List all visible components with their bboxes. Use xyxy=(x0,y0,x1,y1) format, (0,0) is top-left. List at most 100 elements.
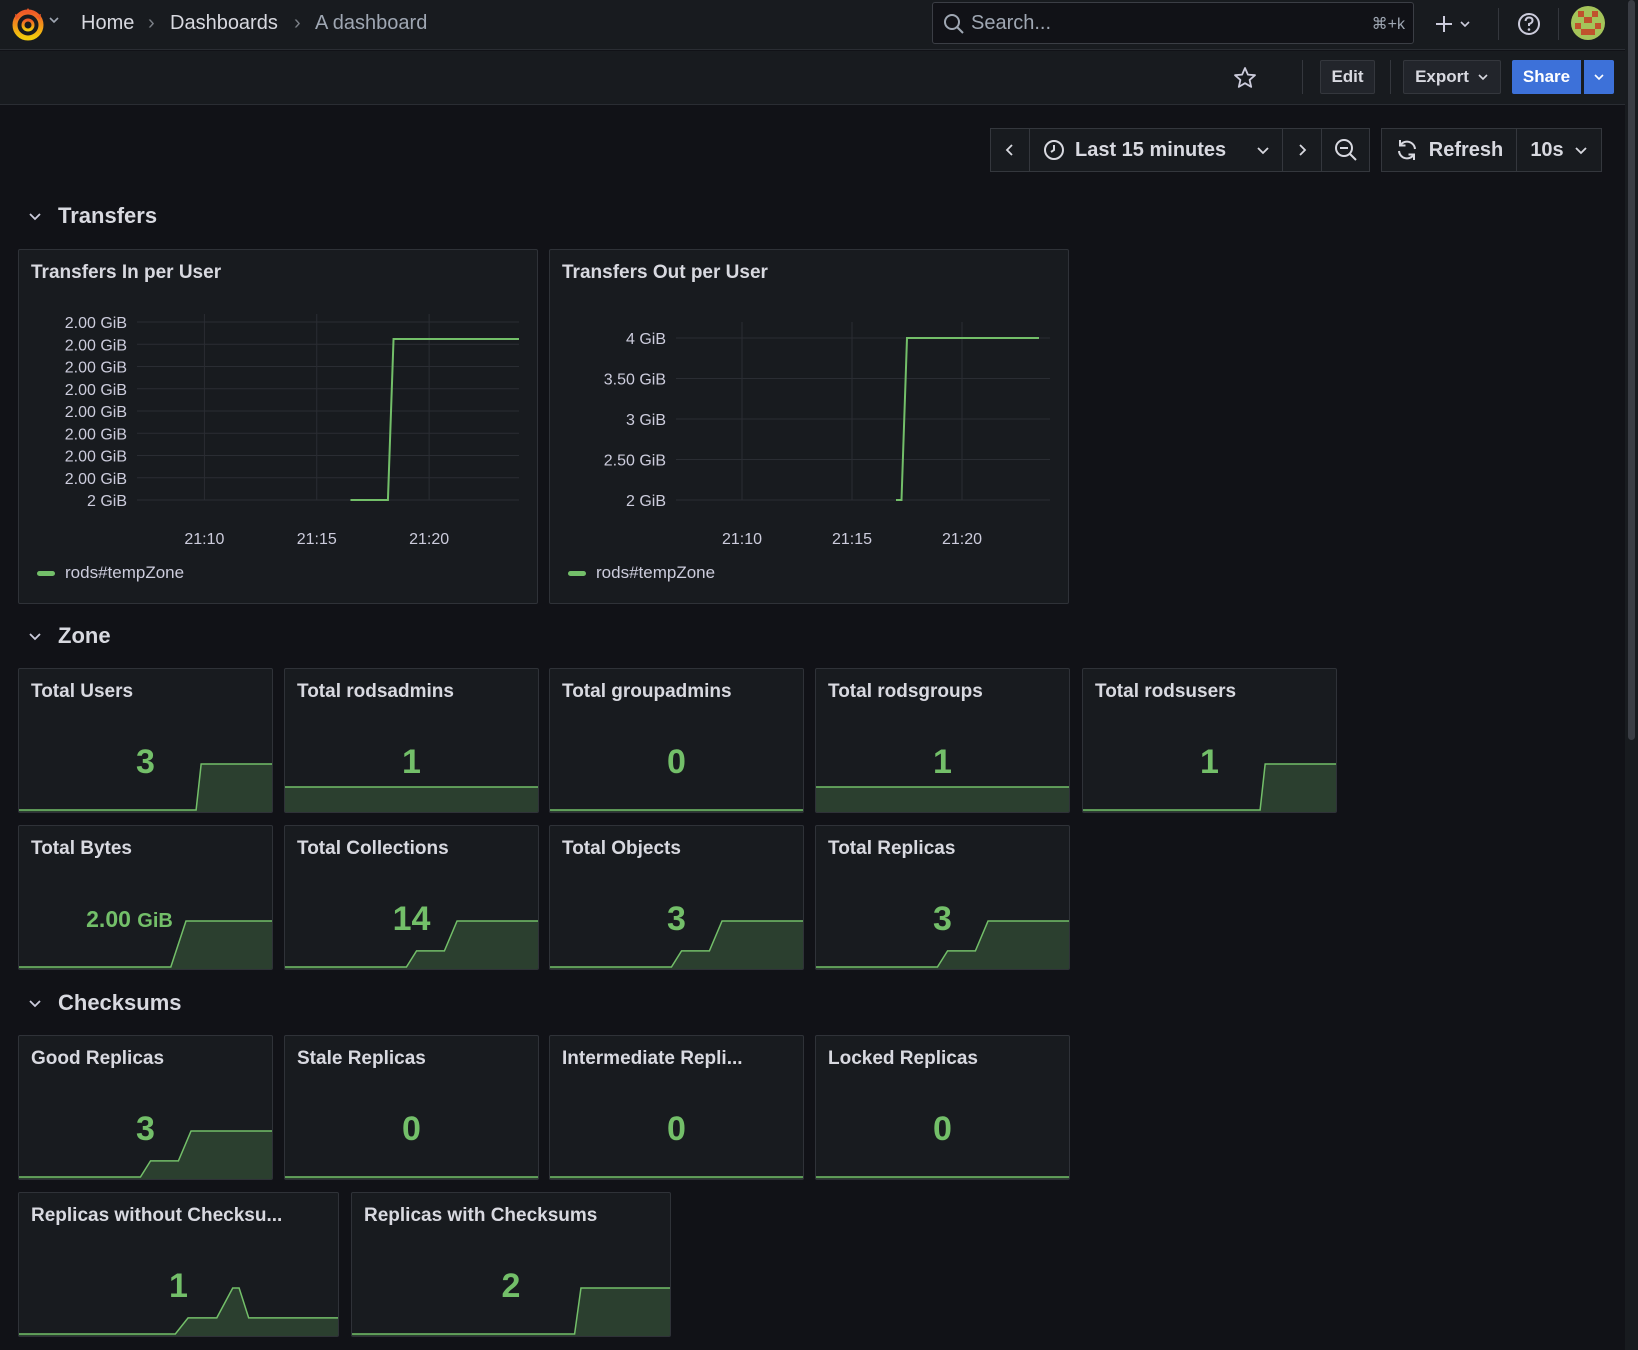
sparkline-area xyxy=(19,921,272,969)
sparkline xyxy=(285,920,538,969)
y-tick-label: 2.00 GiB xyxy=(65,426,127,443)
panel-title: Total rodsadmins xyxy=(297,681,454,702)
row-zone[interactable]: Zone xyxy=(28,621,111,651)
panel-total-bytes[interactable]: Total Bytes 2.00 GiB xyxy=(18,825,273,970)
sparkline xyxy=(816,1176,1069,1179)
panel-transfers-in[interactable]: Transfers In per User 2 GiB 2.00 GiB 2.00 … xyxy=(18,249,538,604)
y-tick-label: 2.50 GiB xyxy=(604,453,666,470)
panel-title: Total Replicas xyxy=(828,838,956,859)
sparkline-area xyxy=(19,764,272,812)
divider xyxy=(1390,60,1391,94)
sparkline xyxy=(550,1176,803,1179)
sparkline-area xyxy=(1083,764,1336,812)
top-navbar: Home › Dashboards › A dashboard ⌘+k xyxy=(0,0,1638,50)
panel-title: Total rodsusers xyxy=(1095,681,1237,702)
x-tick-label: 21:10 xyxy=(722,531,762,548)
panel-title: Total Objects xyxy=(562,838,681,859)
page-scrollbar[interactable] xyxy=(1625,0,1638,1350)
divider xyxy=(1302,60,1303,94)
legend-swatch xyxy=(37,570,55,576)
refresh-icon xyxy=(1397,140,1416,160)
star-icon[interactable] xyxy=(1232,65,1258,91)
row-checksums[interactable]: Checksums xyxy=(28,988,182,1018)
time-range-label: Last 15 minutes xyxy=(1075,138,1227,161)
panel-replicas-without-checksums[interactable]: Replicas without Checksu... 1 xyxy=(18,1192,339,1337)
panel-stale-replicas[interactable]: Stale Replicas 0 xyxy=(284,1035,539,1180)
chevron-down-icon xyxy=(29,1000,41,1008)
x-tick-label: 21:15 xyxy=(832,531,872,548)
export-button-label: Export xyxy=(1415,67,1469,86)
share-button-label: Share xyxy=(1522,67,1571,86)
panel-total-replicas[interactable]: Total Replicas 3 xyxy=(815,825,1070,970)
share-button[interactable]: Share xyxy=(1512,60,1581,94)
legend-label: rods#tempZone xyxy=(596,563,716,582)
panel-total-users[interactable]: Total Users 3 xyxy=(18,668,273,813)
help-icon[interactable] xyxy=(1513,8,1545,40)
panel-total-groupadmins[interactable]: Total groupadmins 0 xyxy=(549,668,804,813)
edit-button[interactable]: Edit xyxy=(1320,60,1375,94)
sparkline-area xyxy=(19,1131,272,1179)
row-transfers[interactable]: Transfers xyxy=(28,201,157,231)
panel-total-rodsusers[interactable]: Total rodsusers 1 xyxy=(1082,668,1337,813)
refresh-interval-picker[interactable]: 10s xyxy=(1516,128,1602,172)
scrollbar-thumb[interactable] xyxy=(1628,0,1635,740)
panel-title: Stale Replicas xyxy=(297,1048,426,1069)
panel-total-rodsgroups[interactable]: Total rodsgroups 1 xyxy=(815,668,1070,813)
panel-locked-replicas[interactable]: Locked Replicas 0 xyxy=(815,1035,1070,1180)
y-tick-label: 3.50 GiB xyxy=(604,372,666,389)
new-menu-button[interactable] xyxy=(1430,6,1480,42)
clock-icon xyxy=(1044,140,1064,160)
y-tick-label: 2 GiB xyxy=(87,493,127,510)
breadcrumb-home[interactable]: Home xyxy=(81,12,134,35)
panel-intermediate-replicas[interactable]: Intermediate Repli... 0 xyxy=(549,1035,804,1180)
sparkline xyxy=(816,786,1069,812)
y-tick-label: 2.00 GiB xyxy=(65,449,127,466)
refresh-label: Refresh xyxy=(1428,138,1504,161)
sparkline-area xyxy=(285,921,538,969)
panel-title: Total groupadmins xyxy=(562,681,732,702)
edit-button-label: Edit xyxy=(1331,67,1364,86)
panel-replicas-with-checksums[interactable]: Replicas with Checksums 2 xyxy=(351,1192,671,1337)
panel-title: Replicas with Checksums xyxy=(364,1205,598,1226)
y-tick-label: 3 GiB xyxy=(626,412,666,429)
x-tick-label: 21:20 xyxy=(942,531,982,548)
chart-legend[interactable]: rods#tempZone xyxy=(568,563,715,583)
dashboard-toolbar: Edit Export Share xyxy=(0,51,1625,105)
panel-title: Locked Replicas xyxy=(828,1048,978,1069)
chevron-down-icon xyxy=(1478,74,1488,81)
sparkline xyxy=(285,1176,538,1179)
search-shortcut: ⌘+k xyxy=(1371,16,1405,33)
chart-legend[interactable]: rods#tempZone xyxy=(37,563,184,583)
export-button[interactable]: Export xyxy=(1403,60,1501,94)
sparkline xyxy=(19,1287,338,1336)
search-box[interactable]: ⌘+k xyxy=(932,2,1414,44)
y-tick-label: 2 GiB xyxy=(626,493,666,510)
time-range-picker[interactable]: Last 15 minutes xyxy=(1029,128,1283,172)
refresh-button[interactable]: Refresh xyxy=(1381,128,1517,172)
breadcrumb-separator-icon: › xyxy=(294,12,301,34)
chevron-down-icon[interactable] xyxy=(48,14,60,28)
panel-total-rodsadmins[interactable]: Total rodsadmins 1 xyxy=(284,668,539,813)
grafana-logo-icon[interactable] xyxy=(10,6,46,42)
user-avatar[interactable] xyxy=(1571,6,1605,40)
time-range-forward-button[interactable] xyxy=(1282,128,1322,172)
breadcrumb-dashboards[interactable]: Dashboards xyxy=(170,12,278,35)
share-menu-button[interactable] xyxy=(1584,60,1614,94)
panel-total-objects[interactable]: Total Objects 3 xyxy=(549,825,804,970)
panel-good-replicas[interactable]: Good Replicas 3 xyxy=(18,1035,273,1180)
chevron-down-icon xyxy=(1575,147,1587,155)
sparkline-area xyxy=(352,1288,670,1336)
refresh-interval-label: 10s xyxy=(1530,138,1564,161)
sparkline-area xyxy=(816,787,1069,812)
search-input[interactable] xyxy=(971,10,1341,36)
zoom-out-button[interactable] xyxy=(1321,128,1370,172)
panel-total-collections[interactable]: Total Collections 14 xyxy=(284,825,539,970)
panel-title: Good Replicas xyxy=(31,1048,165,1069)
timeseries-chart: 2 GiB 2.00 GiB 2.00 GiB 2.00 GiB 2.00 GiB 2.0… xyxy=(65,314,519,548)
time-range-back-button[interactable] xyxy=(990,128,1030,172)
sparkline xyxy=(285,786,538,812)
panel-transfers-out[interactable]: Transfers Out per User 2 GiB 2.50 GiB 3 Gi… xyxy=(549,249,1069,604)
row-title: Zone xyxy=(58,623,111,648)
sparkline xyxy=(19,763,272,812)
chevron-down-icon xyxy=(1257,147,1269,155)
